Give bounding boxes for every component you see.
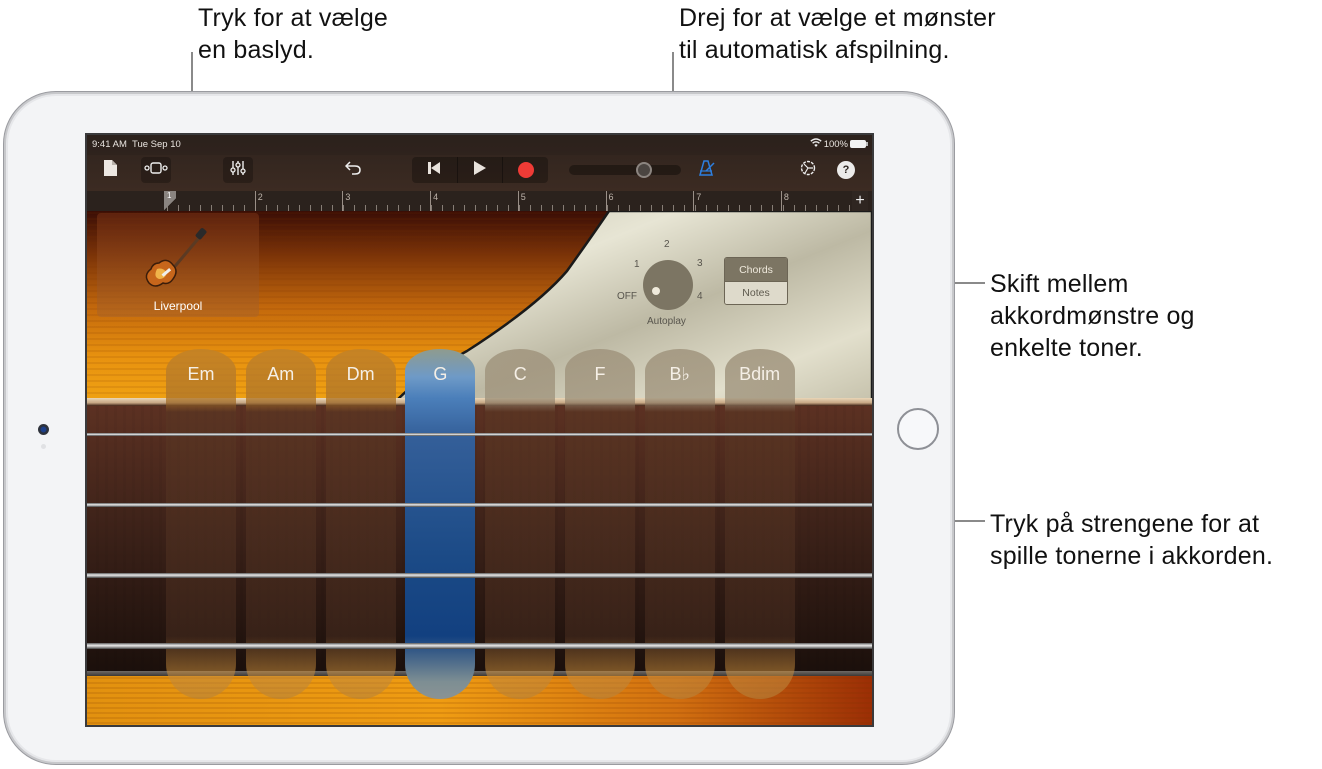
metronome-button[interactable] <box>695 157 719 183</box>
notes-mode-button[interactable]: Notes <box>725 281 787 304</box>
autoplay-position-2: 2 <box>664 239 670 250</box>
chord-label: Am <box>267 364 295 384</box>
ruler-bar-marker: 4 <box>430 191 438 211</box>
ruler-bar-marker: 3 <box>342 191 350 211</box>
autoplay-knob-indicator <box>652 287 660 295</box>
chord-label: G <box>433 364 448 384</box>
chord-label: Dm <box>346 364 375 384</box>
record-button[interactable] <box>503 157 548 183</box>
settings-gear-icon <box>799 159 817 182</box>
autoplay-position-3: 3 <box>697 258 703 269</box>
play-button[interactable] <box>458 157 504 183</box>
bass-string-4[interactable] <box>87 643 872 649</box>
chords-notes-toggle: Chords Notes <box>724 257 788 305</box>
view-toggle-button[interactable] <box>141 157 171 183</box>
play-icon <box>473 160 487 181</box>
autoplay-position-1: 1 <box>634 259 640 270</box>
bass-string-2[interactable] <box>87 503 872 507</box>
chords-mode-button[interactable]: Chords <box>725 258 787 281</box>
master-volume-slider[interactable] <box>569 162 681 178</box>
camera-sensor <box>41 444 46 449</box>
bass-string-3[interactable] <box>87 573 872 578</box>
help-icon: ? <box>837 161 855 179</box>
instrument-selector[interactable]: Liverpool <box>97 213 259 317</box>
chord-label: B♭ <box>669 364 691 384</box>
chord-label: C <box>513 364 527 384</box>
autoplay-position-4: 4 <box>697 291 703 302</box>
callout-mode-toggle: Skift mellem akkordmønstre og enkelte to… <box>990 270 1195 362</box>
metronome-icon <box>698 159 716 181</box>
ruler-bar-marker: 2 <box>254 191 263 211</box>
bass-string-1[interactable] <box>87 433 872 436</box>
bass-instrument-area: Liverpool OFF 1 2 3 4 Autoplay Chords No… <box>87 211 872 725</box>
callout-sound-select: Tryk for at vælge en baslyd. <box>198 4 389 64</box>
chord-label: Em <box>187 364 215 384</box>
ruler-bar-marker: 7 <box>693 191 701 211</box>
wifi-icon <box>810 138 822 151</box>
front-camera <box>38 424 49 435</box>
tracks-view-icon <box>144 161 168 179</box>
settings-button[interactable] <box>797 157 819 183</box>
skip-back-icon <box>427 161 441 180</box>
bass-guitar-icon <box>141 227 211 302</box>
callout-strings: Tryk på strengene for at spille tonerne … <box>990 510 1274 570</box>
ruler-bar-marker: 6 <box>605 191 614 211</box>
callout-autoplay: Drej for at vælge et mønster til automat… <box>679 4 996 64</box>
garageband-screen: 9:41 AM Tue Sep 10 100% ? 2 3 4 5 6 7 8 … <box>85 133 874 727</box>
chord-label: Bdim <box>739 364 781 384</box>
go-to-beginning-button[interactable] <box>412 157 458 183</box>
status-bar: 9:41 AM Tue Sep 10 100% <box>87 135 872 155</box>
transport-controls <box>412 157 548 183</box>
toolbar: ? <box>87 155 872 191</box>
document-icon <box>103 159 117 181</box>
autoplay-label: Autoplay <box>647 316 686 327</box>
mixer-button[interactable] <box>223 157 253 183</box>
autoplay-position-off: OFF <box>617 291 637 302</box>
battery-icon <box>850 140 868 148</box>
chord-label: F <box>594 364 606 384</box>
undo-button[interactable] <box>341 157 365 183</box>
battery-percent: 100% <box>823 139 848 150</box>
timeline-ruler[interactable]: 2 3 4 5 6 7 8 1 + <box>87 191 872 211</box>
mixer-sliders-icon <box>230 160 246 181</box>
help-button[interactable]: ? <box>835 157 857 183</box>
ruler-ticks <box>167 191 852 211</box>
status-date: Tue Sep 10 <box>132 139 181 150</box>
autoplay-knob[interactable] <box>643 260 693 310</box>
home-button[interactable] <box>897 408 939 450</box>
record-icon <box>517 162 534 178</box>
status-time: 9:41 AM <box>92 139 127 150</box>
ruler-bar-marker: 8 <box>780 191 789 211</box>
ruler-bar-marker: 5 <box>517 191 526 211</box>
instrument-name: Liverpool <box>153 299 203 313</box>
my-songs-button[interactable] <box>99 157 121 183</box>
volume-slider-knob[interactable] <box>636 162 653 178</box>
undo-icon <box>344 160 361 180</box>
add-section-button[interactable]: + <box>852 191 868 211</box>
playhead[interactable]: 1 <box>164 191 176 211</box>
